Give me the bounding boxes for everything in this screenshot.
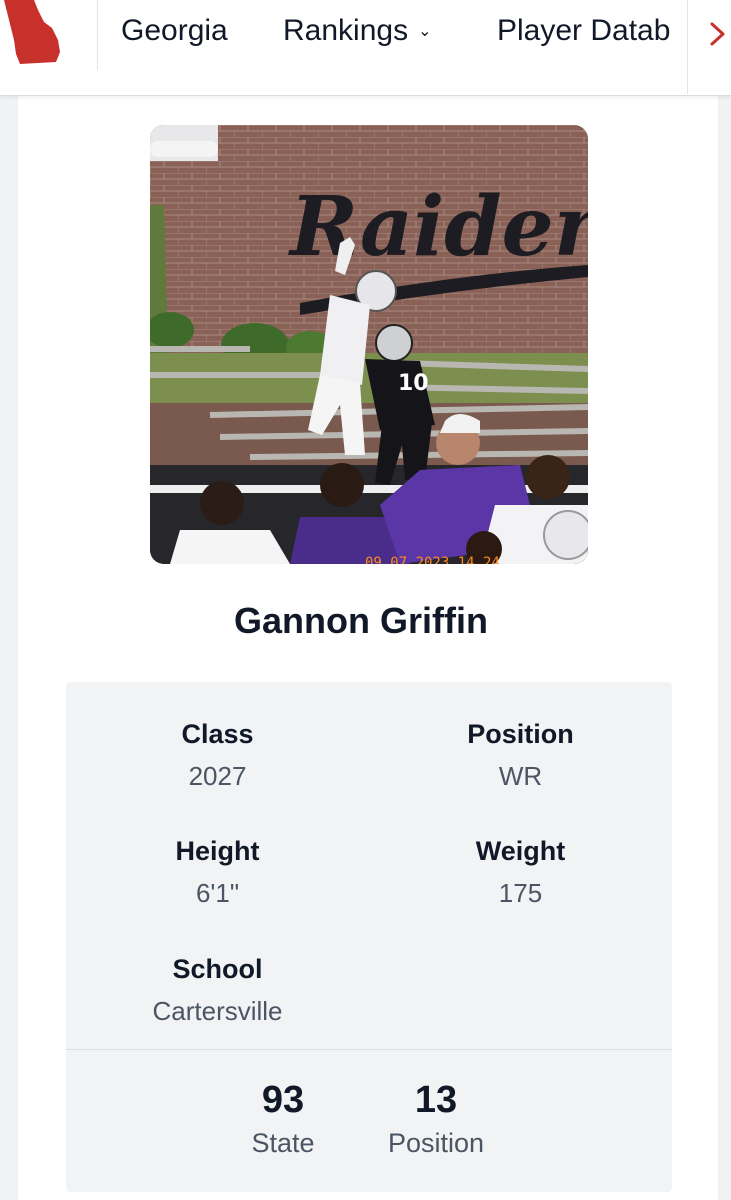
info-class: Class 2027 [66,717,369,793]
svg-text:09 07 2023 14 24: 09 07 2023 14 24 [365,555,500,564]
chevron-right-icon [710,22,725,46]
nav-player-database-label: Player Datab [497,14,671,47]
top-nav: Georgia Rankings ⌄ Player Datab [0,0,731,96]
info-height: Height 6'1" [66,834,369,910]
nav-georgia[interactable]: Georgia [121,8,228,54]
info-weight-value: 175 [498,878,543,908]
player-card: Raiders [18,96,718,1200]
nav-player-database[interactable]: Player Datab [497,8,687,54]
info-position-label: Position [467,719,574,749]
info-school-label: School [172,954,263,984]
state-rank-number: 93 [261,1079,305,1121]
info-weight-label: Weight [475,836,566,866]
svg-text:10: 10 [398,371,429,396]
info-school: School Cartersville [66,952,369,1028]
info-school-value: Cartersville [152,996,283,1026]
info-height-value: 6'1" [195,878,240,908]
player-name: Gannon Griffin [234,600,488,641]
photo-sign-text: Raiders [288,179,588,275]
info-position-value: WR [498,761,543,791]
player-info-panel: Class 2027 Position WR Height 6'1" Weigh… [66,682,672,1192]
player-photo: Raiders [150,125,588,564]
nav-rankings-dropdown[interactable]: Rankings ⌄ [283,8,431,54]
nav-georgia-label: Georgia [121,14,228,47]
position-rank-label: Position [387,1128,485,1158]
nav-scroll-right-button[interactable] [687,0,731,94]
position-ranking[interactable]: 13 Position [351,1077,521,1161]
nav-rankings-label: Rankings [283,14,409,47]
home-logo-link[interactable] [0,0,98,70]
position-rank-number: 13 [414,1079,458,1121]
rankings-divider [66,1049,672,1050]
state-rank-label: State [251,1128,315,1158]
state-ranking[interactable]: 93 State [198,1077,368,1161]
info-class-label: Class [181,719,254,749]
info-height-label: Height [175,836,260,866]
info-weight: Weight 175 [369,834,672,910]
chevron-down-icon: ⌄ [418,23,432,40]
info-class-value: 2027 [188,761,247,791]
georgia-state-icon [4,0,60,64]
info-position: Position WR [369,717,672,793]
